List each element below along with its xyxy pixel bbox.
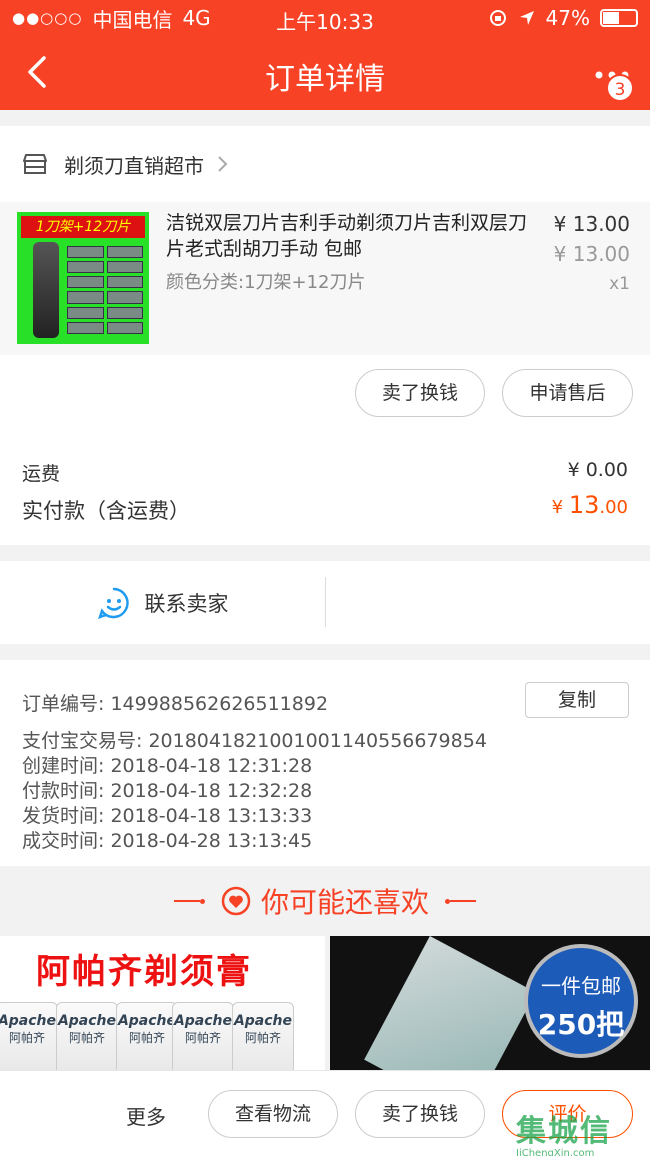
shipping-label: 运费 (22, 463, 61, 485)
shipping-value: ¥ 0.00 (567, 459, 628, 481)
paid-amount-int: 13 (568, 491, 600, 519)
tube-graphic: Apache 阿帕齐 (116, 1002, 178, 1070)
status-bar: ●●○○○ 中国电信 4G 上午10:33 47% (0, 0, 650, 36)
paid-time: 付款时间: 2018-04-18 12:32:28 (22, 780, 313, 802)
product1-title: 阿帕齐剃须膏 (36, 952, 252, 992)
chat-face-icon (97, 587, 129, 619)
order-item[interactable]: 1刀架+12刀片 洁锐双层刀片吉利手动剃须刀片吉利双层刀片老式刮胡刀手动 包邮 … (0, 202, 650, 355)
recommend-header: 你可能还喜欢 (0, 866, 650, 936)
badge-line2: 250把 (537, 1008, 625, 1041)
site-watermark: 集城信 JiChengXin.com (516, 1106, 636, 1156)
shop-row[interactable]: 剃须刀直销超市 (0, 126, 650, 202)
contact-divider (325, 577, 326, 627)
shop-icon (23, 154, 47, 174)
product-original-price: ¥ 13.00 (553, 242, 630, 266)
battery-icon (600, 9, 638, 27)
after-sales-button[interactable]: 申请售后 (502, 369, 633, 417)
decor-line-left (173, 900, 200, 902)
created-time: 创建时间: 2018-04-18 12:31:28 (22, 755, 313, 777)
sell-again-button[interactable]: 卖了换钱 (355, 1090, 485, 1138)
nav-bar: 订单详情 3 (0, 36, 650, 110)
product-quantity: x1 (609, 274, 630, 294)
status-right: 47% (488, 6, 638, 30)
notification-badge: 3 (606, 74, 634, 102)
contact-card: 联系卖家 (0, 561, 650, 644)
app-header: ●●○○○ 中国电信 4G 上午10:33 47% 订单详情 3 (0, 0, 650, 110)
order-info: 订单编号: 149988562626511892 支付宝交易号: 2018041… (0, 660, 650, 866)
watermark-url: JiChengXin.com (516, 1148, 595, 1156)
thumbnail-banner: 1刀架+12刀片 (21, 216, 145, 238)
decor-dot-left (199, 898, 205, 904)
recommend-title: 你可能还喜欢 (260, 886, 429, 919)
paid-amount: ¥ 13.00 (552, 491, 628, 519)
contact-seller-label: 联系卖家 (144, 591, 229, 616)
shop-name: 剃须刀直销超市 (64, 153, 204, 178)
more-actions-button[interactable]: 更多 (126, 1101, 166, 1130)
product-thumbnail[interactable]: 1刀架+12刀片 (17, 212, 149, 344)
shipped-time: 发货时间: 2018-04-18 13:13:33 (22, 805, 313, 827)
watermark-logo: 集城信 (516, 1114, 612, 1149)
razor-pack-graphic (364, 936, 536, 1070)
cost-summary: 运费 ¥ 0.00 实付款（含运费） ¥ 13.00 (0, 431, 650, 545)
contact-seller-button[interactable]: 联系卖家 (0, 561, 325, 644)
sell-item-button[interactable]: 卖了换钱 (355, 369, 485, 417)
battery-percent: 47% (545, 6, 590, 30)
paid-amount-dec: .00 (599, 497, 628, 518)
paid-currency: ¥ (551, 497, 569, 518)
tube-graphic: Apache 阿帕齐 (172, 1002, 234, 1070)
view-logistics-button[interactable]: 查看物流 (208, 1090, 338, 1138)
razor-graphic (33, 242, 59, 338)
battery-level (603, 12, 619, 24)
paid-label: 实付款（含运费） (22, 499, 190, 523)
location-arrow-icon (519, 11, 534, 25)
product-price: ¥ 13.00 (553, 212, 630, 236)
tube-graphic: Apache 阿帕齐 (0, 1002, 58, 1070)
badge-line1: 一件包邮 (541, 974, 621, 998)
rotation-lock-icon (489, 10, 506, 26)
tube-graphic: Apache 阿帕齐 (56, 1002, 118, 1070)
alipay-trade-number: 支付宝交易号: 2018041821001001140556679854 (22, 730, 487, 752)
recommended-product-1[interactable]: 阿帕齐剃须膏 Apache 阿帕齐 Apache 阿帕齐 Apache 阿帕齐 Apa… (0, 936, 325, 1070)
free-shipping-badge: 一件包邮 250把 (524, 944, 638, 1058)
completed-time: 成交时间: 2018-04-28 13:13:45 (22, 830, 313, 852)
tube-graphic: Apache 阿帕齐 (232, 1002, 294, 1070)
carrier-name: 中国电信 (92, 7, 173, 32)
decor-line-right (450, 900, 476, 902)
status-left: ●●○○○ 中国电信 4G (12, 4, 211, 33)
product-title[interactable]: 洁锐双层刀片吉利手动剃须刀片吉利双层刀片老式刮胡刀手动 包邮 (166, 210, 536, 262)
blades-graphic (67, 246, 143, 334)
recommended-product-2[interactable]: 一件包邮 250把 (330, 936, 650, 1070)
heart-icon (221, 886, 251, 916)
order-number: 订单编号: 149988562626511892 (22, 693, 329, 715)
copy-order-number-button[interactable]: 复制 (525, 682, 629, 718)
chevron-right-icon (218, 156, 228, 172)
page-title: 订单详情 (265, 62, 385, 97)
product-sku: 颜色分类:1刀架+12刀片 (166, 272, 366, 293)
order-item-card: 剃须刀直销超市 1刀架+12刀片 洁锐双层刀片吉利手动剃须刀片吉利双层刀片老式刮… (0, 126, 650, 431)
signal-strength-icon: ●●○○○ (12, 9, 83, 27)
network-type: 4G (182, 6, 211, 30)
